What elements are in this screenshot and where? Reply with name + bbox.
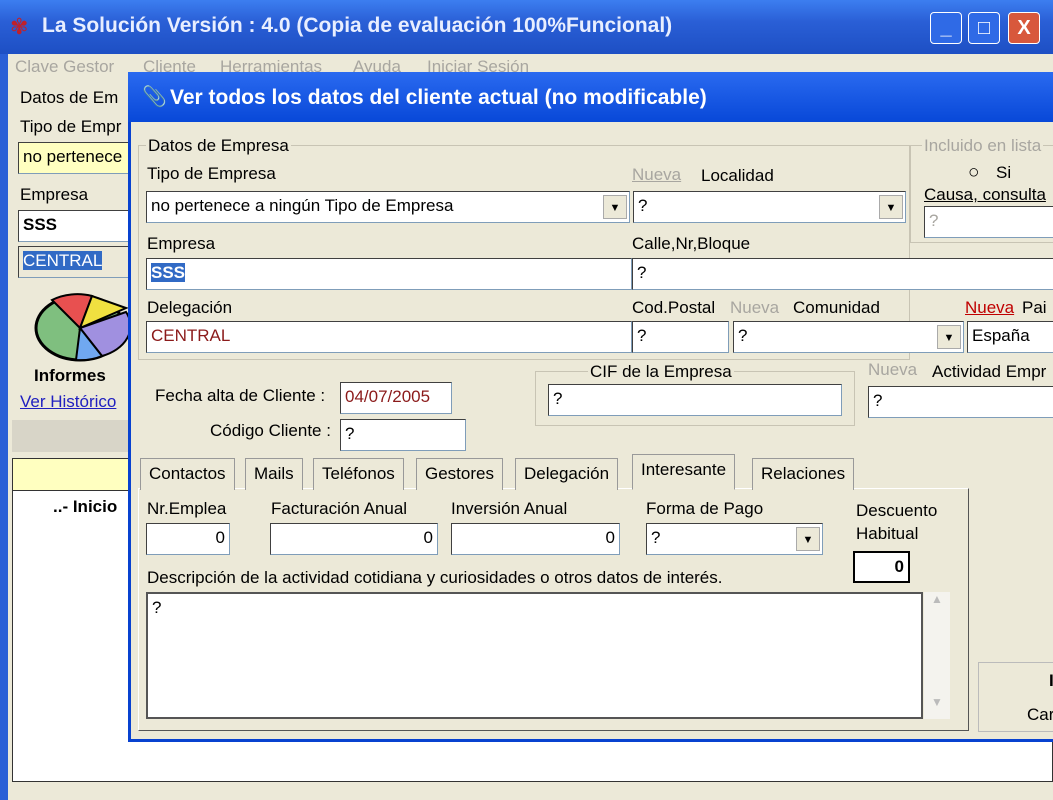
chevron-down-icon[interactable]: ▼ xyxy=(796,527,820,551)
inversion-input[interactable]: 0 xyxy=(451,523,620,555)
dialog-title: Ver todos los datos del cliente actual (… xyxy=(170,86,707,109)
action-button-top: I xyxy=(1049,671,1053,690)
datos-empresa-legend: Datos de Empresa xyxy=(146,136,291,156)
causa-label: Causa, consulta xyxy=(924,185,1046,204)
ver-historico-link[interactable]: Ver Histórico xyxy=(20,392,116,412)
butterfly-logo-icon: ✾ xyxy=(10,14,29,39)
scroll-down-icon[interactable]: ▼ xyxy=(924,695,950,719)
scroll-up-icon[interactable]: ▲ xyxy=(924,592,950,616)
tipo-empresa-select[interactable]: no pertenece a ningún Tipo de Empresa ▼ xyxy=(146,191,630,223)
chevron-down-icon[interactable]: ▼ xyxy=(879,195,903,219)
descuento-label: Descuento xyxy=(856,501,938,520)
incluido-lista-legend: Incluido en lista xyxy=(922,136,1044,156)
localidad-label: Localidad xyxy=(701,166,774,185)
delegacion-input[interactable]: CENTRAL xyxy=(146,321,632,353)
actividad-input[interactable]: ? xyxy=(868,386,1053,418)
list-item[interactable]: ..- Inicio xyxy=(53,497,117,517)
nueva-comunidad-link[interactable]: Nueva xyxy=(730,298,779,318)
comunidad-select[interactable]: ? ▼ xyxy=(733,321,964,353)
action-button-label: Car xyxy=(1027,705,1053,724)
tab-mails[interactable]: Mails xyxy=(245,458,303,490)
left-delegacion-value[interactable]: CENTRAL xyxy=(23,251,103,270)
radio-si-label: Si xyxy=(996,163,1012,182)
left-empresa-input[interactable]: SSS xyxy=(18,210,133,242)
codigo-cliente-input[interactable]: ? xyxy=(340,419,466,451)
nueva-pais-link[interactable]: Nueva xyxy=(965,298,1014,318)
left-tipo-label: Tipo de Empr xyxy=(20,117,122,136)
scrollbar[interactable]: ▲ ▼ xyxy=(924,592,950,719)
tab-contactos[interactable]: Contactos xyxy=(140,458,235,490)
paperclip-icon: 📎 xyxy=(142,86,167,108)
left-empresa-label: Empresa xyxy=(20,185,89,204)
main-title-bar: ✾ La Solución Versión : 4.0 (Copia de ev… xyxy=(0,0,1053,54)
descripcion-label: Descripción de la actividad cotidiana y … xyxy=(147,568,723,587)
left-tipo-select[interactable]: no pertenece xyxy=(18,142,133,174)
window-frame xyxy=(0,54,8,800)
cod-postal-label: Cod.Postal xyxy=(632,298,716,317)
action-button[interactable]: I Car xyxy=(978,662,1053,732)
causa-input[interactable]: ? xyxy=(924,206,1053,238)
nr-empleados-label: Nr.Emplea xyxy=(147,499,227,518)
nueva-actividad-link[interactable]: Nueva xyxy=(868,360,917,380)
tab-delegacion[interactable]: Delegación xyxy=(515,458,619,490)
informes-pie-chart-icon[interactable] xyxy=(32,288,128,364)
window-title: La Solución Versión : 4.0 (Copia de eval… xyxy=(42,14,673,37)
tab-interesante[interactable]: Interesante xyxy=(632,454,736,490)
empresa-label: Empresa xyxy=(147,234,216,253)
fecha-alta-input[interactable]: 04/07/2005 xyxy=(340,382,452,414)
delegacion-label: Delegación xyxy=(147,298,233,317)
tab-gestores[interactable]: Gestores xyxy=(416,458,503,490)
tipo-empresa-value: no pertenece a ningún Tipo de Empresa xyxy=(151,196,454,215)
dialog-title-bar: 📎 Ver todos los datos del cliente actual… xyxy=(128,72,1053,122)
left-group-label: Datos de Em xyxy=(20,88,119,107)
forma-pago-label: Forma de Pago xyxy=(646,499,764,518)
facturacion-label: Facturación Anual xyxy=(271,499,408,518)
descripcion-textarea[interactable]: ? xyxy=(146,592,923,719)
chevron-down-icon[interactable]: ▼ xyxy=(603,195,627,219)
actividad-label: Actividad Empr xyxy=(932,362,1047,381)
tab-relaciones[interactable]: Relaciones xyxy=(752,458,855,490)
calle-label: Calle,Nr,Bloque xyxy=(632,234,751,253)
fecha-alta-label: Fecha alta de Cliente : xyxy=(155,386,326,405)
inversion-label: Inversión Anual xyxy=(451,499,568,518)
forma-pago-select[interactable]: ? ▼ xyxy=(646,523,823,555)
cod-postal-input[interactable]: ? xyxy=(632,321,729,353)
forma-pago-value: ? xyxy=(651,528,661,547)
tipo-empresa-label: Tipo de Empresa xyxy=(147,164,276,183)
pais-input[interactable]: España xyxy=(967,321,1053,353)
minimize-button[interactable]: _ xyxy=(930,12,962,44)
tab-telefonos[interactable]: Teléfonos xyxy=(313,458,404,490)
comunidad-value: ? xyxy=(738,326,748,345)
empresa-input[interactable]: SSS xyxy=(151,263,186,282)
codigo-cliente-label: Código Cliente : xyxy=(210,421,331,440)
pais-label: Pai xyxy=(1022,298,1047,317)
localidad-value: ? xyxy=(638,196,648,215)
calle-input[interactable]: ? xyxy=(632,258,1053,290)
cif-legend: CIF de la Empresa xyxy=(588,362,734,382)
chevron-down-icon[interactable]: ▼ xyxy=(937,325,961,349)
menu-clave-gestor[interactable]: Clave Gestor xyxy=(15,57,114,77)
cif-input[interactable]: ? xyxy=(548,384,842,416)
radio-si[interactable]: ○ xyxy=(968,162,979,184)
descuento-input[interactable]: 0 xyxy=(853,551,910,583)
nueva-localidad-link[interactable]: Nueva xyxy=(632,165,681,185)
localidad-select[interactable]: ? ▼ xyxy=(633,191,906,223)
habitual-label: Habitual xyxy=(856,524,919,543)
maximize-button[interactable]: □ xyxy=(968,12,1000,44)
close-button[interactable]: X xyxy=(1008,12,1040,44)
informes-label: Informes xyxy=(34,366,106,385)
nr-empleados-input[interactable]: 0 xyxy=(146,523,230,555)
facturacion-input[interactable]: 0 xyxy=(270,523,438,555)
comunidad-label: Comunidad xyxy=(793,298,880,317)
